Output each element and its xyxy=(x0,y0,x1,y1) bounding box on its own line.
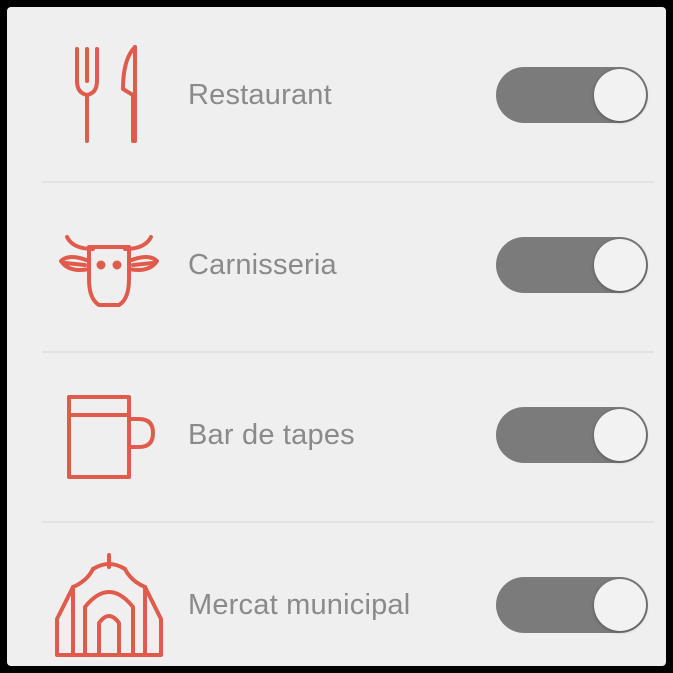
restaurant-label: Restaurant xyxy=(188,79,332,111)
bar-de-tapes-label: Bar de tapes xyxy=(188,419,355,451)
toggle-knob xyxy=(594,239,646,291)
toggle-knob xyxy=(594,409,646,461)
restaurant-toggle[interactable] xyxy=(496,67,648,123)
mercat-municipal-label: Mercat municipal xyxy=(188,589,411,621)
list-item-carnisseria: Carnisseria xyxy=(7,177,666,347)
bar-de-tapes-toggle[interactable] xyxy=(496,407,648,463)
toggle-knob xyxy=(594,579,646,631)
mercat-municipal-toggle[interactable] xyxy=(496,577,648,633)
category-settings-screen: Restaurant Carnisseria Bar de tapes Merc… xyxy=(7,7,666,666)
carnisseria-toggle[interactable] xyxy=(496,237,648,293)
list-item-restaurant: Restaurant xyxy=(7,7,666,177)
mug-icon xyxy=(49,377,169,487)
toggle-knob xyxy=(594,69,646,121)
carnisseria-label: Carnisseria xyxy=(188,249,337,281)
fork-knife-icon xyxy=(49,37,169,147)
market-building-icon xyxy=(49,547,169,657)
bull-head-icon xyxy=(49,207,169,317)
list-item-mercat-municipal: Mercat municipal xyxy=(7,517,666,666)
list-item-bar-de-tapes: Bar de tapes xyxy=(7,347,666,517)
